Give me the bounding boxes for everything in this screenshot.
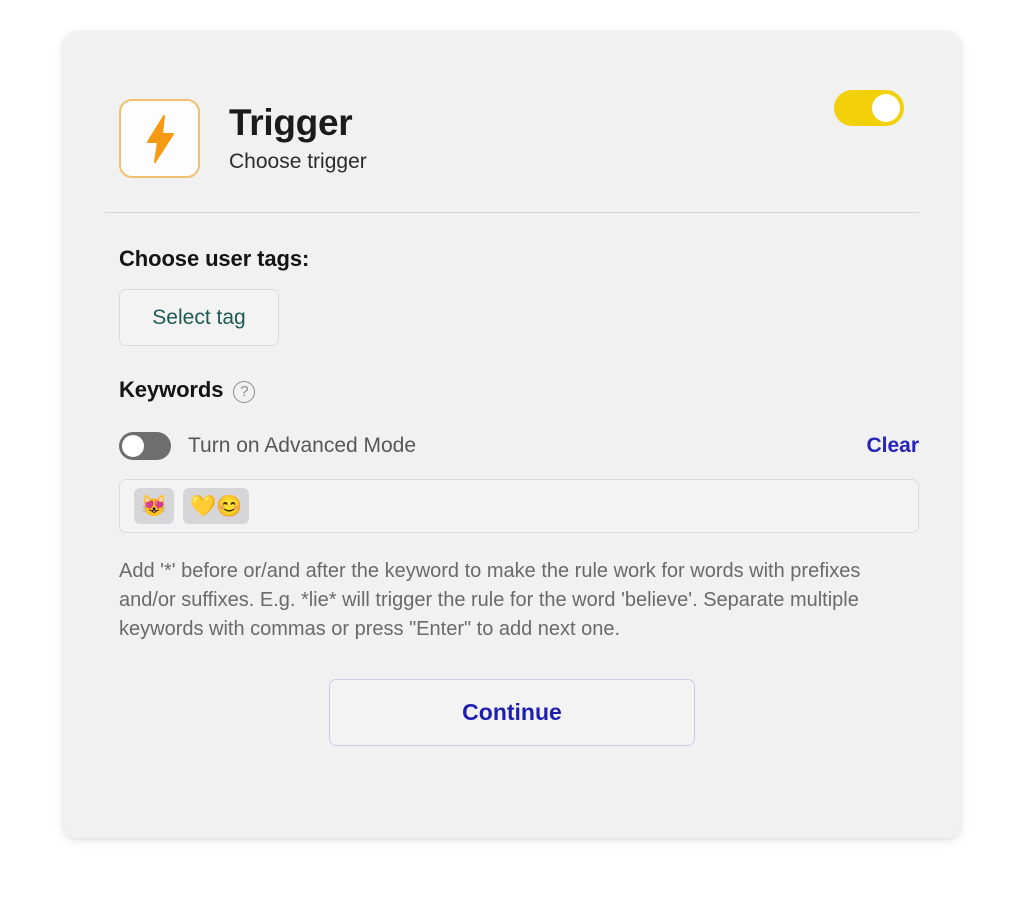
- footer-actions: Continue: [119, 679, 919, 747]
- card-body: Choose user tags: Select tag Keywords ? …: [119, 246, 919, 747]
- keywords-heading-row: Keywords ?: [119, 377, 919, 403]
- toggle-knob: [122, 435, 144, 457]
- toggle-knob: [872, 94, 900, 122]
- trigger-card: Trigger Choose trigger Choose user tags:…: [63, 31, 961, 838]
- page-subtitle: Choose trigger: [229, 149, 367, 173]
- keywords-hint-text: Add '*' before or/and after the keyword …: [119, 560, 861, 640]
- page-title: Trigger: [229, 102, 353, 144]
- header-divider: [105, 212, 919, 213]
- page-root: Trigger Choose trigger Choose user tags:…: [0, 0, 1024, 909]
- select-tag-button[interactable]: Select tag: [119, 289, 279, 346]
- header-text-group: Trigger Choose trigger: [229, 102, 367, 173]
- choose-user-tags-label: Choose user tags:: [119, 246, 310, 271]
- trigger-enabled-toggle[interactable]: [834, 90, 904, 126]
- card-header: Trigger Choose trigger: [119, 99, 367, 178]
- advanced-mode-toggle[interactable]: [119, 432, 171, 460]
- continue-button[interactable]: Continue: [329, 679, 695, 747]
- advanced-mode-label: Turn on Advanced Mode: [188, 434, 417, 457]
- keyword-chip[interactable]: 💛😊: [183, 488, 250, 524]
- keyword-chip[interactable]: 😻: [134, 488, 175, 524]
- lightning-bolt-icon: [119, 99, 200, 178]
- keywords-label: Keywords: [119, 377, 224, 402]
- keywords-input[interactable]: 😻 💛😊: [119, 479, 919, 533]
- clear-keywords-button[interactable]: Clear: [866, 434, 919, 458]
- question-mark-circle-icon[interactable]: ?: [233, 381, 256, 403]
- advanced-mode-row: Turn on Advanced Mode Clear: [119, 431, 919, 461]
